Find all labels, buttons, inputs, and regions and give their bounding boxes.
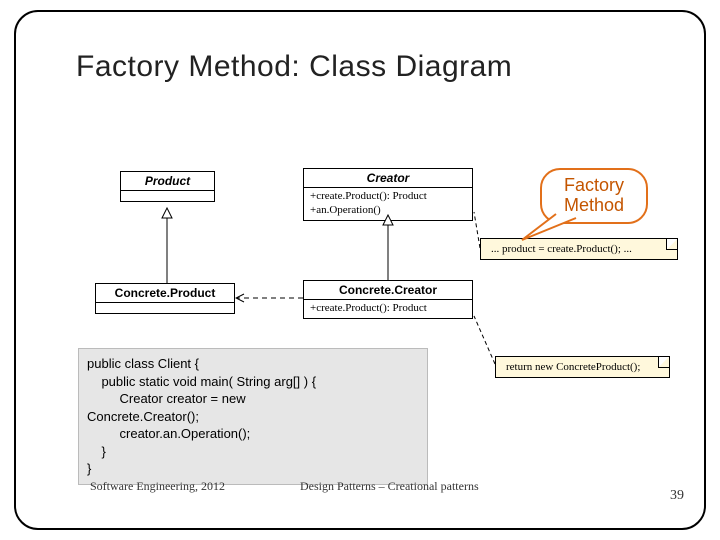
uml-concrete-product: Concrete.Product (95, 283, 235, 314)
note-create-product-text: return new ConcreteProduct(); (506, 361, 640, 373)
uml-creator-op1: +create.Product(): Product (310, 190, 466, 204)
uml-creator-name: Creator (304, 169, 472, 188)
uml-creator: Creator +create.Product(): Product +an.O… (303, 168, 473, 221)
uml-concrete-creator: Concrete.Creator +create.Product(): Prod… (303, 280, 473, 319)
callout-line2: Method (564, 196, 624, 216)
callout-line1: Factory (564, 176, 624, 196)
uml-concrete-creator-name: Concrete.Creator (304, 281, 472, 300)
note-create-product: return new ConcreteProduct(); (495, 356, 670, 378)
footer-center: Design Patterns – Creational patterns (300, 479, 479, 494)
uml-product-name: Product (121, 172, 214, 191)
page-number: 39 (670, 488, 684, 504)
uml-creator-op2: +an.Operation() (310, 204, 466, 218)
uml-concrete-product-name: Concrete.Product (96, 284, 234, 303)
note-operation: ... product = create.Product(); ... (480, 238, 678, 260)
uml-product: Product (120, 171, 215, 202)
slide-title: Factory Method: Class Diagram (76, 50, 512, 84)
client-code: public class Client { public static void… (78, 348, 428, 485)
note-operation-text: ... product = create.Product(); ... (491, 243, 632, 255)
uml-concrete-creator-op1: +create.Product(): Product (310, 302, 466, 316)
footer-left: Software Engineering, 2012 (90, 479, 225, 494)
callout-factory-method: Factory Method (540, 168, 648, 224)
